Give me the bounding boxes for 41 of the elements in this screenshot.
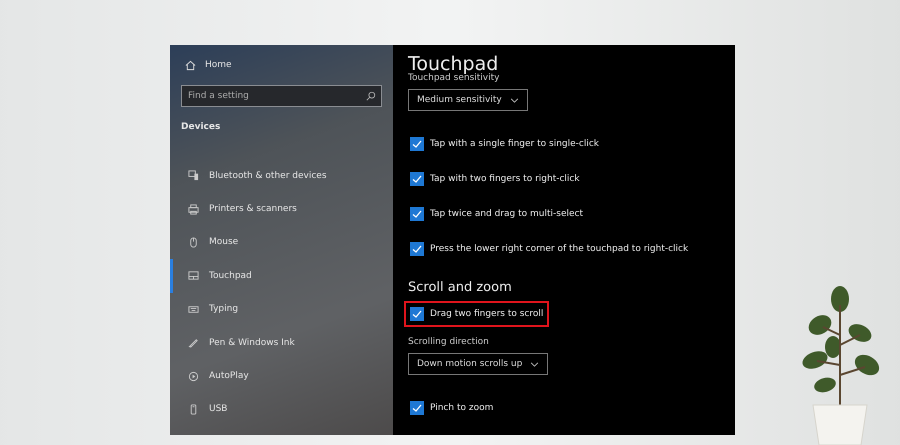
sensitivity-dropdown[interactable]: Medium sensitivity xyxy=(408,89,528,111)
sidebar-item[interactable]: Bluetooth & other devices xyxy=(170,159,382,192)
checkbox[interactable] xyxy=(410,137,424,151)
usb-icon xyxy=(188,404,199,415)
sidebar-item[interactable]: Printers & scanners xyxy=(170,192,382,226)
printer-icon xyxy=(188,204,199,215)
mouse-icon xyxy=(188,236,199,248)
checkbox-label[interactable]: Tap twice and drag to multi-select xyxy=(430,209,584,219)
sidebar-item[interactable]: Touchpad xyxy=(170,259,382,293)
section-heading: Scroll and zoom xyxy=(408,280,512,295)
sidebar-item[interactable]: Pen & Windows Ink xyxy=(170,326,382,360)
chevron-icon xyxy=(530,362,540,366)
sensitivity-label: Touchpad sensitivity xyxy=(408,73,500,83)
checkbox-label[interactable]: Tap with a single finger to single-click xyxy=(430,139,600,149)
sidebar-item[interactable]: AutoPlay xyxy=(170,359,382,393)
checkbox-label[interactable]: Pinch to zoom xyxy=(430,403,494,413)
home-link[interactable]: Home xyxy=(205,60,232,70)
checkbox[interactable] xyxy=(410,307,424,321)
pen-icon xyxy=(188,337,199,348)
checkbox[interactable] xyxy=(410,172,424,186)
touchpad-icon xyxy=(188,270,199,282)
checkbox-label[interactable]: Drag two fingers to scroll xyxy=(430,309,544,319)
checkbox[interactable] xyxy=(410,401,424,415)
page-title: Touchpad xyxy=(408,52,498,75)
checkbox-label[interactable]: Tap with two fingers to right-click xyxy=(430,174,580,184)
home-icon xyxy=(185,60,196,70)
checkbox[interactable] xyxy=(410,207,424,221)
search-icon xyxy=(366,91,376,101)
section-heading: Devices xyxy=(181,122,222,132)
checkbox-label[interactable]: Press the lower right corner of the touchpad to right-click xyxy=(430,244,688,254)
keyboard-icon xyxy=(188,304,199,315)
direction-label: Scrolling direction xyxy=(408,337,489,347)
sidebar-item[interactable]: USB xyxy=(170,392,382,426)
sidebar-item[interactable]: Mouse xyxy=(170,226,382,260)
checkbox[interactable] xyxy=(410,242,424,256)
sidebar-item[interactable]: Typing xyxy=(170,292,382,326)
search-field[interactable]: Find a setting xyxy=(181,85,382,107)
chevron-icon xyxy=(510,98,519,102)
direction-dropdown[interactable]: Down motion scrolls up xyxy=(408,353,548,375)
autoplay-icon xyxy=(188,370,199,382)
devices-icon xyxy=(188,170,199,182)
